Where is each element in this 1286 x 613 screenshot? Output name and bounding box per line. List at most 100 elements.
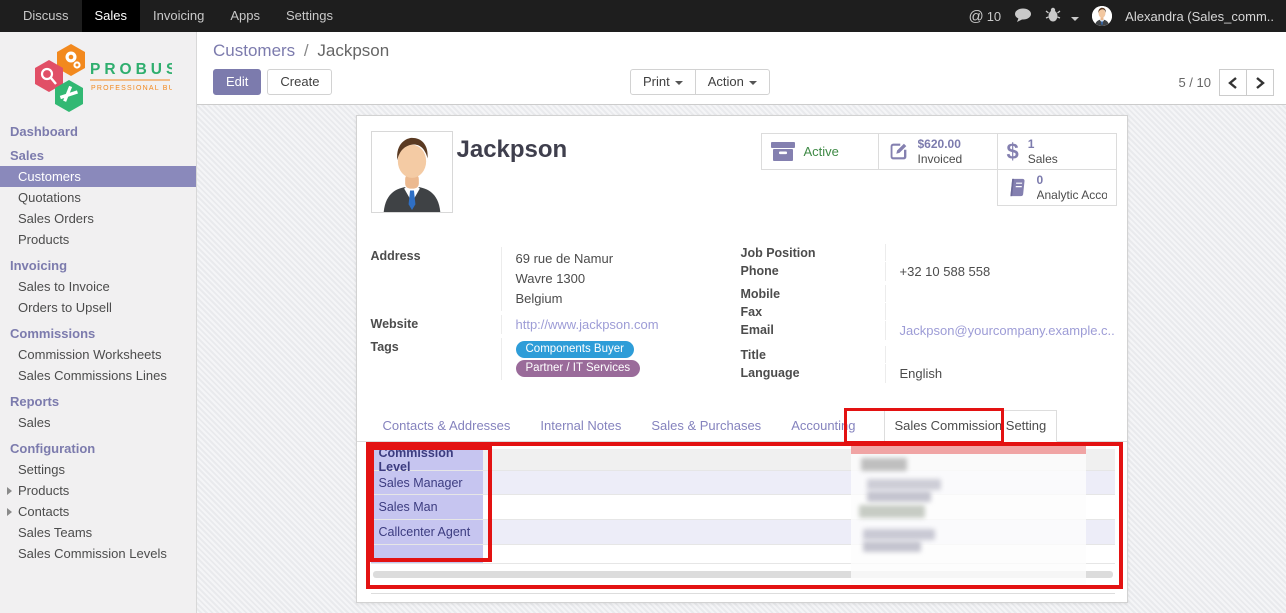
sidebar-item-sales-orders[interactable]: Sales Orders: [0, 208, 196, 229]
svg-text:PROFESSIONAL BUSINESS: PROFESSIONAL BUSINESS: [91, 85, 172, 92]
app-discuss[interactable]: Discuss: [10, 0, 82, 32]
tab-internal-notes[interactable]: Internal Notes: [538, 411, 623, 441]
title-value[interactable]: [885, 346, 1117, 363]
mobile-value[interactable]: [885, 285, 1117, 302]
active-stat-button[interactable]: Active: [761, 133, 879, 170]
mentions-counter[interactable]: @ 10: [968, 8, 1001, 25]
control-panel: Customers / Jackpson Edit Create Print A…: [197, 32, 1286, 105]
analytic-accounts-stat-button[interactable]: 0 Analytic Acco...: [997, 169, 1117, 206]
at-icon: @: [968, 8, 983, 25]
sidebar-item-commission-worksheets[interactable]: Commission Worksheets: [0, 344, 196, 365]
sales-count-value: 1: [1028, 137, 1058, 151]
sidebar-item-config-products[interactable]: Products: [0, 480, 196, 501]
right-field-group: Job Position Phone +32 10 588 558 Mobile…: [741, 244, 1117, 383]
probuse-logo: PROBUSE PROFESSIONAL BUSINESS: [0, 32, 196, 116]
sidebar-item-products[interactable]: Products: [0, 229, 196, 250]
action-dropdown-button[interactable]: Action: [695, 69, 770, 95]
address-city[interactable]: Wavre 1300: [516, 269, 729, 289]
email-label: Email: [741, 321, 885, 339]
sidebar-item-config-contacts[interactable]: Contacts: [0, 501, 196, 522]
sidebar-heading-commissions[interactable]: Commissions: [10, 326, 196, 342]
invoiced-stat-button[interactable]: $620.00 Invoiced: [878, 133, 998, 170]
invoiced-label: Invoiced: [918, 152, 963, 166]
breadcrumb: Customers / Jackpson: [213, 41, 389, 61]
pager-previous-button[interactable]: [1219, 69, 1247, 96]
sidebar-item-sales-commission-levels[interactable]: Sales Commission Levels: [0, 543, 196, 564]
website-label: Website: [371, 315, 501, 333]
left-field-group: Address 69 rue de Namur Wavre 1300 Belgi…: [371, 247, 729, 380]
print-dropdown-button[interactable]: Print: [630, 69, 696, 95]
analytic-count-value: 0: [1037, 173, 1107, 187]
redacted-block: [867, 479, 941, 490]
sheet-divider: [371, 593, 1115, 594]
content-area: Jackpson Active $620.00: [197, 105, 1286, 613]
app-settings[interactable]: Settings: [273, 0, 346, 32]
sidebar-item-sales-commissions-lines[interactable]: Sales Commissions Lines: [0, 365, 196, 386]
address-street[interactable]: 69 rue de Namur: [516, 249, 729, 269]
phone-value[interactable]: +32 10 588 558: [885, 262, 1117, 281]
commission-level-header[interactable]: Commission Level: [371, 449, 483, 470]
sidebar-heading-reports[interactable]: Reports: [10, 394, 196, 410]
edit-pencil-icon: [888, 141, 909, 162]
app-menu: Discuss Sales Invoicing Apps Settings: [0, 0, 346, 32]
address-country[interactable]: Belgium: [516, 289, 729, 309]
app-apps[interactable]: Apps: [217, 0, 273, 32]
stat-buttons: Active $620.00 Invoiced $: [761, 133, 1117, 207]
redaction-highlight-band: [851, 442, 1086, 454]
title-label: Title: [741, 346, 885, 364]
pager: 5 / 10: [1178, 69, 1274, 96]
sidebar-item-orders-to-upsell[interactable]: Orders to Upsell: [0, 297, 196, 318]
bug-icon[interactable]: [1045, 7, 1079, 26]
tag-components-buyer[interactable]: Components Buyer: [516, 341, 634, 358]
dollar-icon: $: [1007, 142, 1019, 162]
sidebar-heading-sales[interactable]: Sales: [10, 148, 196, 164]
sidebar-heading-dashboard[interactable]: Dashboard: [10, 124, 196, 140]
sidebar-item-sales-teams[interactable]: Sales Teams: [0, 522, 196, 543]
user-avatar[interactable]: [1092, 6, 1112, 26]
job-position-value[interactable]: [885, 244, 1117, 261]
sales-stat-button[interactable]: $ 1 Sales: [997, 133, 1117, 170]
tab-sales-commission-setting[interactable]: Sales Commission Setting: [884, 410, 1058, 442]
redacted-block: [863, 529, 935, 540]
invoiced-value: $620.00: [918, 137, 963, 151]
phone-label: Phone: [741, 262, 885, 280]
app-invoicing[interactable]: Invoicing: [140, 0, 217, 32]
tag-partner-it-services[interactable]: Partner / IT Services: [516, 360, 641, 377]
email-link[interactable]: Jackpson@yourcompany.example.c..: [900, 323, 1115, 338]
sales-count-label: Sales: [1028, 152, 1058, 166]
tab-contacts-addresses[interactable]: Contacts & Addresses: [381, 411, 513, 441]
tags-label: Tags: [371, 338, 501, 356]
sidebar-item-customers[interactable]: Customers: [0, 166, 196, 187]
pager-next-button[interactable]: [1246, 69, 1274, 96]
user-menu[interactable]: Alexandra (Sales_comm..: [1125, 9, 1274, 24]
language-value[interactable]: English: [885, 364, 1117, 383]
create-button[interactable]: Create: [267, 69, 332, 95]
chevron-down-icon: [749, 81, 757, 85]
tab-sales-purchases[interactable]: Sales & Purchases: [649, 411, 763, 441]
topbar-right: @ 10 Alexandra (Sales_comm..: [968, 0, 1286, 32]
app-sales[interactable]: Sales: [82, 0, 141, 32]
chat-icon[interactable]: [1014, 7, 1032, 26]
sidebar-heading-configuration[interactable]: Configuration: [10, 441, 196, 457]
edit-button[interactable]: Edit: [213, 69, 261, 95]
customer-photo[interactable]: [371, 131, 453, 213]
fax-value[interactable]: [885, 303, 1117, 320]
tab-accounting[interactable]: Accounting: [789, 411, 857, 441]
topbar: Discuss Sales Invoicing Apps Settings @ …: [0, 0, 1286, 32]
sidebar-item-sales-to-invoice[interactable]: Sales to Invoice: [0, 276, 196, 297]
job-position-label: Job Position: [741, 244, 885, 262]
sidebar-item-reports-sales[interactable]: Sales: [0, 412, 196, 433]
notebook-tabs: Contacts & Addresses Internal Notes Sale…: [357, 411, 1127, 442]
sidebar-item-settings[interactable]: Settings: [0, 459, 196, 480]
redacted-block: [867, 491, 931, 502]
active-stat-label: Active: [804, 144, 839, 159]
sidebar-item-quotations[interactable]: Quotations: [0, 187, 196, 208]
sidebar-heading-invoicing[interactable]: Invoicing: [10, 258, 196, 274]
address-label: Address: [371, 247, 501, 265]
website-link[interactable]: http://www.jackpson.com: [516, 317, 659, 332]
mention-count: 10: [987, 9, 1001, 24]
analytic-count-label: Analytic Acco...: [1037, 188, 1107, 202]
breadcrumb-customers[interactable]: Customers: [213, 41, 295, 60]
mobile-label: Mobile: [741, 285, 885, 303]
breadcrumb-current: Jackpson: [317, 41, 389, 60]
